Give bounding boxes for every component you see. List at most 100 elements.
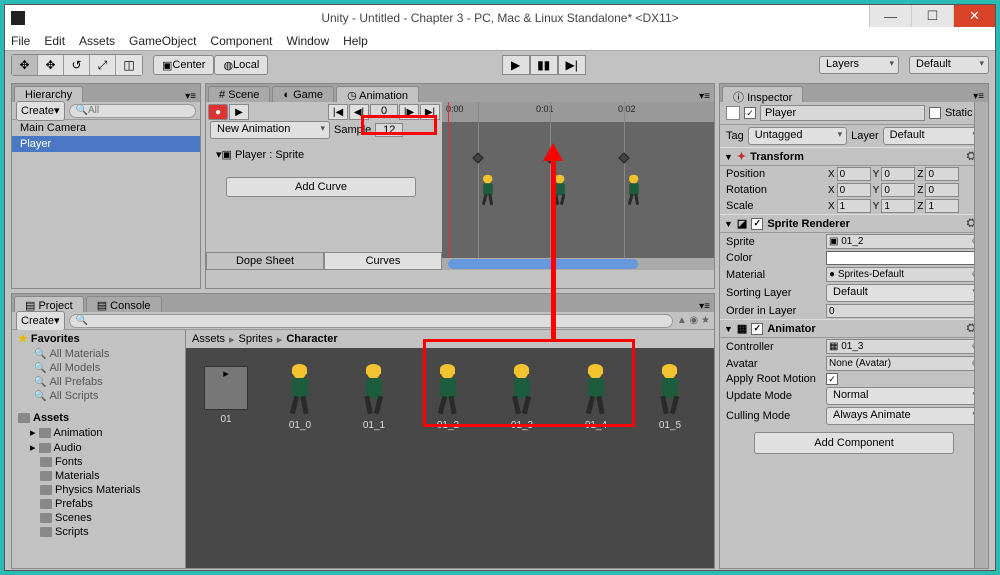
- culling-mode-dropdown[interactable]: Always Animate: [826, 407, 982, 425]
- folder-item[interactable]: Fonts: [12, 455, 185, 469]
- menu-gameobject[interactable]: GameObject: [129, 34, 196, 48]
- breadcrumb-item[interactable]: Sprites: [239, 333, 273, 345]
- project-tab[interactable]: ▤ Project: [14, 296, 84, 312]
- menu-file[interactable]: File: [11, 34, 30, 48]
- project-create-button[interactable]: Create ▾: [16, 311, 65, 331]
- folder-item[interactable]: Materials: [12, 469, 185, 483]
- add-component-button[interactable]: Add Component: [754, 432, 954, 454]
- keyframe-icon[interactable]: [472, 152, 483, 163]
- maximize-button[interactable]: ☐: [911, 5, 953, 27]
- folder-item[interactable]: Physics Materials: [12, 483, 185, 497]
- last-key-button[interactable]: ▶|: [420, 104, 440, 120]
- scene-tab[interactable]: # Scene: [208, 86, 270, 102]
- step-button[interactable]: ▶|: [558, 55, 586, 75]
- playhead[interactable]: [448, 102, 449, 270]
- folder-item[interactable]: ▸Animation: [12, 425, 185, 440]
- menu-edit[interactable]: Edit: [44, 34, 65, 48]
- folder-item[interactable]: Prefabs: [12, 497, 185, 511]
- transform-rz[interactable]: [925, 183, 959, 197]
- hierarchy-item[interactable]: Player: [12, 136, 200, 152]
- hand-tool-icon[interactable]: ✥: [12, 55, 38, 75]
- assets-root[interactable]: Assets: [12, 411, 185, 425]
- gameobject-icon[interactable]: [726, 106, 740, 120]
- transform-px[interactable]: [837, 167, 871, 181]
- next-key-button[interactable]: |▶: [399, 104, 419, 120]
- record-button[interactable]: ●: [208, 104, 228, 120]
- layout-dropdown[interactable]: Default: [909, 56, 989, 74]
- anim-play-button[interactable]: ▶: [229, 104, 249, 120]
- layer-dropdown[interactable]: Default: [883, 127, 982, 145]
- inspector-tab[interactable]: ⓘ Inspector: [722, 86, 803, 102]
- timeline[interactable]: 0:00 0:01 0:02: [442, 102, 714, 270]
- menu-component[interactable]: Component: [210, 34, 272, 48]
- tag-dropdown[interactable]: Untagged: [748, 127, 847, 145]
- root-motion-checkbox[interactable]: ✓: [826, 373, 838, 385]
- animation-property[interactable]: ▾▣ Player : Sprite: [206, 140, 442, 169]
- favorite-item[interactable]: 🔍All Models: [12, 361, 185, 375]
- transform-sz[interactable]: [925, 199, 959, 213]
- curves-tab[interactable]: Curves: [324, 252, 442, 270]
- hierarchy-tab[interactable]: Hierarchy: [14, 86, 83, 102]
- transform-rx[interactable]: [837, 183, 871, 197]
- frame-input[interactable]: [370, 104, 398, 118]
- folder-item[interactable]: Scripts: [12, 525, 185, 539]
- transform-ry[interactable]: [881, 183, 915, 197]
- asset-item[interactable]: 01_3: [488, 366, 556, 431]
- asset-item[interactable]: 01_4: [562, 366, 630, 431]
- first-key-button[interactable]: |◀: [328, 104, 348, 120]
- asset-item[interactable]: 01_2: [414, 366, 482, 431]
- transform-header[interactable]: ▼✦ Transform⛭ ▾: [720, 147, 988, 166]
- color-field[interactable]: [826, 251, 982, 265]
- close-button[interactable]: ✕: [953, 5, 995, 27]
- hierarchy-search[interactable]: 🔍All: [69, 104, 196, 118]
- menu-window[interactable]: Window: [286, 34, 329, 48]
- gameobject-name-input[interactable]: Player: [760, 105, 925, 121]
- sorting-layer-dropdown[interactable]: Default: [826, 284, 982, 302]
- asset-item[interactable]: 01_0: [266, 366, 334, 431]
- add-curve-button[interactable]: Add Curve: [226, 177, 416, 197]
- play-button[interactable]: ▶: [502, 55, 530, 75]
- rect-tool-icon[interactable]: ◫: [116, 55, 142, 75]
- project-search[interactable]: 🔍: [69, 314, 673, 328]
- scale-tool-icon[interactable]: ⤢: [90, 55, 116, 75]
- layers-dropdown[interactable]: Layers: [819, 56, 899, 74]
- folder-item[interactable]: Scenes: [12, 511, 185, 525]
- move-tool-icon[interactable]: ✥: [38, 55, 64, 75]
- sample-input[interactable]: [375, 123, 403, 137]
- asset-item[interactable]: ▸01: [192, 366, 260, 425]
- favorite-item[interactable]: 🔍All Materials: [12, 347, 185, 361]
- favorites-header[interactable]: ★Favorites: [12, 330, 185, 347]
- animator-header[interactable]: ▼▦✓ Animator⛭ ▾: [720, 319, 988, 338]
- active-checkbox[interactable]: ✓: [744, 107, 756, 119]
- asset-item[interactable]: 01_1: [340, 366, 408, 431]
- transform-pz[interactable]: [925, 167, 959, 181]
- sprite-field[interactable]: ▣ 01_2: [826, 234, 982, 249]
- breadcrumb-item[interactable]: Character: [286, 333, 337, 345]
- animation-tab[interactable]: ◷ Animation: [336, 86, 419, 102]
- avatar-field[interactable]: None (Avatar): [826, 356, 982, 371]
- folder-item[interactable]: ▸Audio: [12, 440, 185, 455]
- sprite-renderer-header[interactable]: ▼◪✓ Sprite Renderer⛭ ▾: [720, 214, 988, 233]
- rotate-tool-icon[interactable]: ↺: [64, 55, 90, 75]
- asset-item[interactable]: 01_5: [636, 366, 704, 431]
- material-field[interactable]: ● Sprites-Default: [826, 267, 982, 282]
- game-tab[interactable]: ◐ Game: [272, 86, 334, 102]
- hierarchy-item[interactable]: Main Camera: [12, 120, 200, 136]
- minimize-button[interactable]: —: [869, 5, 911, 27]
- console-tab[interactable]: ▤ Console: [86, 296, 162, 312]
- order-input[interactable]: [826, 304, 982, 318]
- timeline-scrollbar[interactable]: [442, 258, 714, 270]
- hierarchy-create-button[interactable]: Create ▾: [16, 101, 65, 121]
- transform-sy[interactable]: [881, 199, 915, 213]
- favorite-item[interactable]: 🔍All Prefabs: [12, 375, 185, 389]
- pause-button[interactable]: ▮▮: [530, 55, 558, 75]
- transform-sx[interactable]: [837, 199, 871, 213]
- transform-py[interactable]: [881, 167, 915, 181]
- clip-dropdown[interactable]: New Animation: [210, 121, 330, 139]
- inspector-scrollbar[interactable]: [974, 102, 988, 568]
- favorite-item[interactable]: 🔍All Scripts: [12, 389, 185, 403]
- breadcrumb-item[interactable]: Assets: [192, 333, 225, 345]
- pivot-toggle[interactable]: ▣ Center: [153, 55, 214, 75]
- dopesheet-tab[interactable]: Dope Sheet: [206, 252, 324, 270]
- keyframe-icon[interactable]: [618, 152, 629, 163]
